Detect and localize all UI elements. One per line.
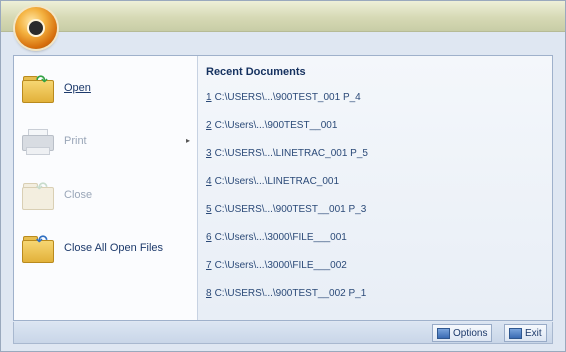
close-all-folder-icon: ↶	[20, 232, 58, 264]
options-icon	[437, 327, 450, 339]
recent-document-item[interactable]: 7 C:\Users\...\3000\FILE___002	[206, 252, 546, 280]
recent-documents-pane: Recent Documents 1 C:\USERS\...\900TEST_0…	[198, 56, 552, 320]
menu-footer: Options Exit	[13, 322, 553, 344]
options-button[interactable]: Options	[432, 324, 493, 342]
submenu-arrow-icon: ▸	[185, 136, 190, 145]
recent-document-item[interactable]: 5 C:\USERS\...\900TEST__001 P_3	[206, 196, 546, 224]
close-command[interactable]: ↶ Close	[20, 175, 190, 215]
application-menu-button[interactable]	[15, 7, 57, 49]
application-menu: ↷ Open Print ▸ ↶ Close ↶ Close All Open …	[13, 55, 553, 321]
recent-documents-list: 1 C:\USERS\...\900TEST_001 P_4 2 C:\Users\…	[206, 84, 546, 308]
recent-document-item[interactable]: 1 C:\USERS\...\900TEST_001 P_4	[206, 84, 546, 112]
app-logo-icon	[27, 19, 45, 37]
recent-documents-heading: Recent Documents	[206, 66, 306, 78]
title-bar	[1, 1, 565, 32]
close-all-open-files-command[interactable]: ↶ Close All Open Files	[20, 228, 190, 268]
printer-icon	[20, 125, 58, 157]
exit-button[interactable]: Exit	[504, 324, 547, 342]
recent-document-item[interactable]: 2 C:\Users\...\900TEST__001	[206, 112, 546, 140]
recent-document-item[interactable]: 6 C:\Users\...\3000\FILE___001	[206, 224, 546, 252]
command-pane: ↷ Open Print ▸ ↶ Close ↶ Close All Open …	[14, 56, 198, 320]
application-window: ↷ Open Print ▸ ↶ Close ↶ Close All Open …	[0, 0, 566, 352]
print-command[interactable]: Print ▸	[20, 121, 190, 161]
recent-document-item[interactable]: 3 C:\USERS\...\LINETRAC_001 P_5	[206, 140, 546, 168]
open-command[interactable]: ↷ Open	[20, 68, 190, 108]
open-folder-icon: ↷	[20, 72, 58, 104]
exit-label: Exit	[525, 327, 542, 339]
close-label: Close	[64, 189, 93, 201]
recent-document-item[interactable]: 8 C:\USERS\...\900TEST__002 P_1	[206, 280, 546, 308]
close-all-label: Close All Open Files	[64, 242, 164, 254]
close-folder-icon: ↶	[20, 179, 58, 211]
recent-document-item[interactable]: 4 C:\Users\...\LINETRAC_001	[206, 168, 546, 196]
options-label: Options	[453, 327, 488, 339]
print-label: Print	[64, 135, 87, 147]
exit-icon	[509, 327, 522, 339]
open-label: Open	[64, 82, 91, 94]
